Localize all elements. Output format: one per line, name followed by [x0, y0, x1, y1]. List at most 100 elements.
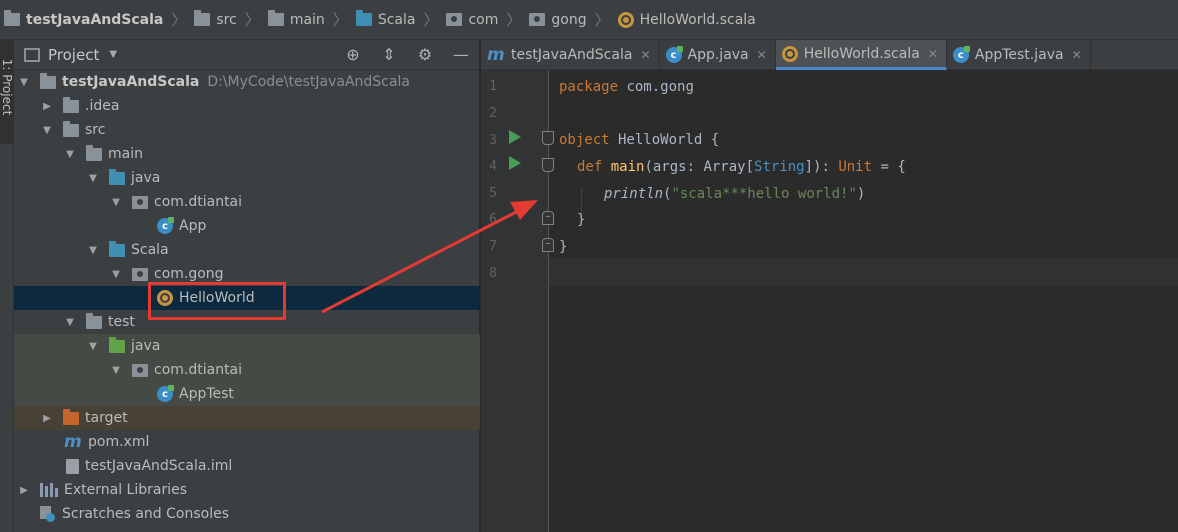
fold-marker-icon[interactable]: – — [542, 211, 554, 225]
collapse-all-icon[interactable]: ⇕ — [371, 45, 407, 64]
tree-item-idea[interactable]: ▶ .idea — [14, 94, 480, 118]
tree-item-apptest[interactable]: c AppTest — [14, 382, 480, 406]
collapsed-arrow-icon[interactable]: ▶ — [18, 485, 30, 496]
folder-icon — [86, 144, 102, 161]
project-path: D:\MyCode\testJavaAndScala — [207, 74, 410, 90]
tree-item-label: target — [85, 410, 128, 426]
breadcrumb-com[interactable]: com — [446, 0, 498, 40]
tree-item-package-dtiantai[interactable]: ▼ com.dtiantai — [14, 190, 480, 214]
expanded-arrow-icon[interactable]: ▼ — [87, 173, 99, 184]
expanded-arrow-icon[interactable]: ▼ — [110, 269, 122, 280]
project-view-icon — [24, 47, 40, 62]
package-icon — [132, 363, 148, 377]
project-tab-label: 1: Project — [0, 58, 14, 116]
tree-item-scala[interactable]: ▼ Scala — [14, 238, 480, 262]
expanded-arrow-icon[interactable]: ▼ — [64, 317, 76, 328]
folder-icon — [86, 312, 102, 329]
scala-object-icon — [781, 45, 798, 62]
code-text: } — [559, 239, 568, 255]
expanded-arrow-icon[interactable]: ▼ — [41, 125, 53, 136]
tree-item-scratches[interactable]: Scratches and Consoles — [14, 502, 480, 526]
expanded-arrow-icon[interactable]: ▼ — [87, 245, 99, 256]
tree-item-label: App — [179, 218, 207, 234]
fold-marker-icon[interactable] — [542, 131, 554, 145]
tab-app-java[interactable]: c App.java ✕ — [660, 40, 776, 70]
editor-gutter: 1 2 3 4 5 6 7 8 — [481, 70, 549, 532]
tree-item-label: src — [85, 122, 106, 138]
tree-item-label: test — [108, 314, 135, 330]
breadcrumb-project[interactable]: testJavaAndScala — [4, 0, 163, 40]
tab-label: AppTest.java — [974, 47, 1064, 63]
run-icon[interactable] — [509, 156, 521, 170]
close-icon[interactable]: ✕ — [757, 48, 767, 62]
breadcrumb-src[interactable]: src — [194, 0, 237, 40]
gear-icon[interactable]: ⚙ — [407, 45, 443, 64]
tree-item-iml[interactable]: testJavaAndScala.iml — [14, 454, 480, 478]
tree-item-app[interactable]: c App — [14, 214, 480, 238]
project-panel-title[interactable]: Project — [48, 46, 99, 64]
tree-item-project-root[interactable]: ▼ testJavaAndScala D:\MyCode\testJavaAnd… — [14, 70, 480, 94]
code-line-7: } — [559, 234, 567, 260]
tree-item-label: External Libraries — [64, 482, 187, 498]
tree-item-label: com.dtiantai — [154, 362, 243, 378]
folder-icon — [63, 120, 79, 137]
navigation-breadcrumb: testJavaAndScala 〉 src 〉 main 〉 Scala 〉 … — [0, 0, 1178, 40]
tree-item-test-package-dtiantai[interactable]: ▼ com.dtiantai — [14, 358, 480, 382]
expanded-arrow-icon[interactable]: ▼ — [64, 149, 76, 160]
tree-item-test-java[interactable]: ▼ java — [14, 334, 480, 358]
chevron-right-icon: 〉 — [423, 11, 439, 29]
code-text: HelloWorld { — [609, 132, 720, 148]
tab-label: App.java — [687, 47, 749, 63]
line-number: 3 — [489, 133, 497, 148]
string-literal: "scala***hello world!" — [671, 186, 857, 202]
run-icon[interactable] — [509, 130, 521, 144]
chevron-down-icon[interactable]: ▼ — [109, 49, 117, 60]
code-area[interactable]: package com.gong object HelloWorld { def… — [559, 70, 1178, 532]
close-icon[interactable]: ✕ — [1072, 48, 1082, 62]
locate-icon[interactable]: ⊕ — [335, 45, 371, 64]
tree-item-label: AppTest — [179, 386, 234, 402]
breadcrumb-scala[interactable]: Scala — [355, 0, 415, 40]
package-icon — [132, 195, 148, 209]
fold-marker-icon[interactable] — [542, 158, 554, 172]
tree-item-main[interactable]: ▼ main — [14, 142, 480, 166]
chevron-right-icon: 〉 — [506, 11, 522, 29]
tree-item-external-libraries[interactable]: ▶ External Libraries — [14, 478, 480, 502]
breadcrumb-label: src — [216, 11, 237, 28]
line-number: 4 — [489, 159, 497, 174]
chevron-right-icon: 〉 — [332, 11, 348, 29]
breadcrumb-file[interactable]: HelloWorld.scala — [617, 0, 756, 40]
tree-item-src[interactable]: ▼ src — [14, 118, 480, 142]
maven-icon: m — [487, 45, 505, 65]
tree-item-label: testJavaAndScala — [62, 74, 200, 90]
project-tool-window-tab[interactable]: 1: Project — [0, 40, 14, 144]
scala-object-icon — [617, 11, 634, 28]
tree-item-pom[interactable]: m pom.xml — [14, 430, 480, 454]
tree-item-label: Scala — [131, 242, 169, 258]
tab-testjavaandscala[interactable]: m testJavaAndScala ✕ — [481, 40, 660, 70]
expanded-arrow-icon[interactable]: ▼ — [87, 341, 99, 352]
close-icon[interactable]: ✕ — [640, 48, 650, 62]
breadcrumb-gong[interactable]: gong — [529, 0, 587, 40]
line-number: 2 — [489, 106, 497, 121]
collapsed-arrow-icon[interactable]: ▶ — [41, 101, 53, 112]
expanded-arrow-icon[interactable]: ▼ — [18, 77, 30, 88]
left-tool-strip: 1: Project — [0, 40, 14, 532]
expanded-arrow-icon[interactable]: ▼ — [110, 365, 122, 376]
collapsed-arrow-icon[interactable]: ▶ — [41, 413, 53, 424]
tab-apptest-java[interactable]: c AppTest.java ✕ — [947, 40, 1091, 70]
fold-marker-icon[interactable]: – — [542, 238, 554, 252]
maven-icon: m — [64, 432, 82, 452]
expanded-arrow-icon[interactable]: ▼ — [110, 197, 122, 208]
minimize-icon[interactable]: — — [443, 45, 479, 64]
close-icon[interactable]: ✕ — [928, 47, 938, 61]
tree-item-target[interactable]: ▶ target — [14, 406, 480, 430]
line-number: 5 — [489, 186, 497, 201]
java-class-icon: c — [157, 217, 174, 234]
code-line-1: package com.gong — [559, 74, 694, 100]
tree-item-label: com.gong — [154, 266, 224, 282]
breadcrumb-main[interactable]: main — [267, 0, 325, 40]
tree-item-main-java[interactable]: ▼ java — [14, 166, 480, 190]
type-name: String — [754, 159, 805, 175]
tab-helloworld-scala[interactable]: HelloWorld.scala ✕ — [775, 40, 947, 70]
